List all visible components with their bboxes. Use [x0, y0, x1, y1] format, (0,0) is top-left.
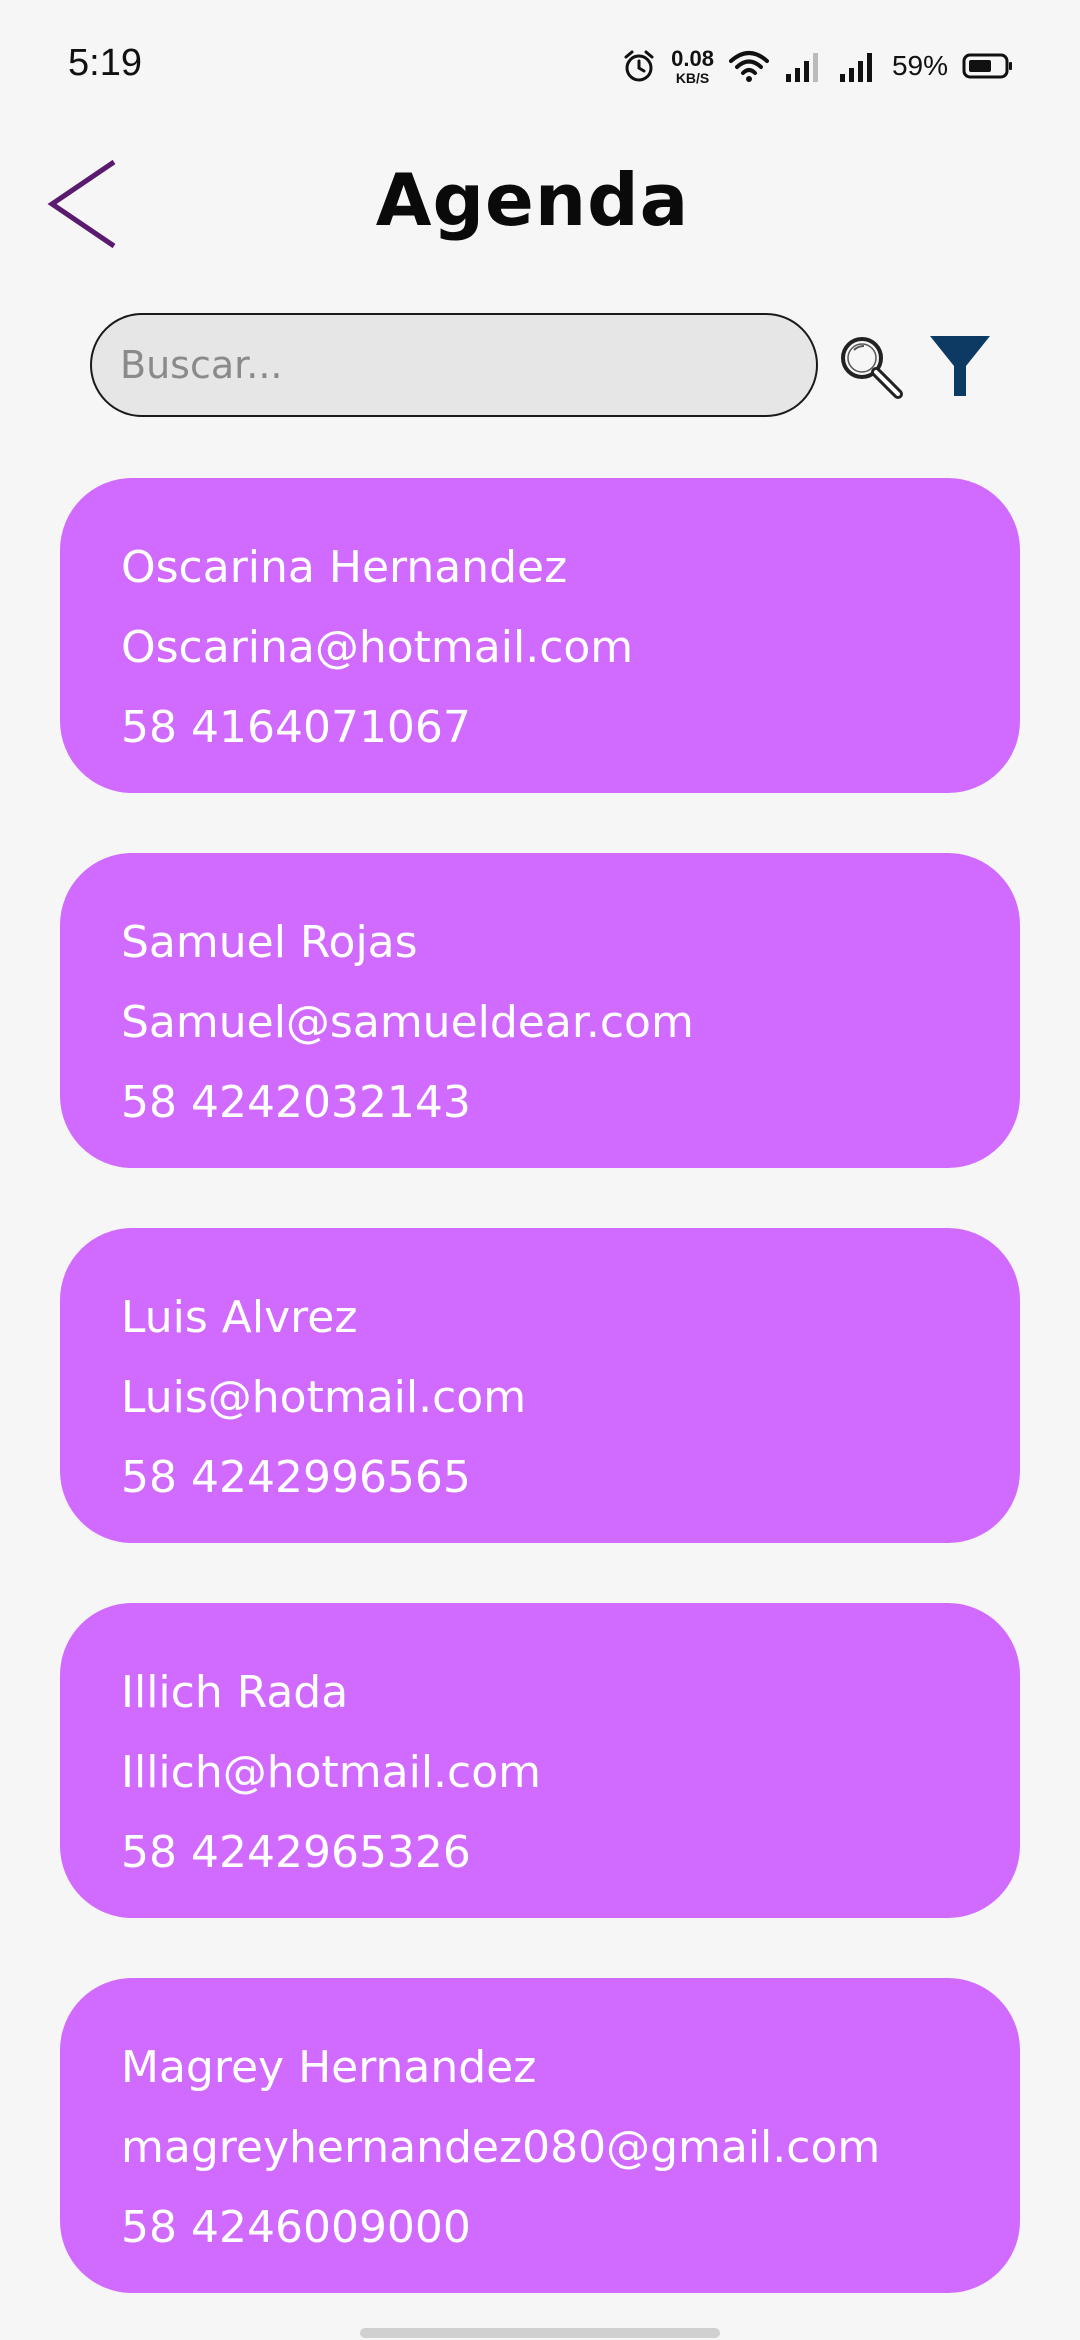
contact-name: Magrey Hernandez [121, 2042, 537, 2093]
status-icons: 0.08 KB/S 59% [621, 44, 1014, 88]
contact-card[interactable]: Oscarina Hernandez Oscarina@hotmail.com … [60, 478, 1020, 793]
search-icon [841, 337, 903, 399]
signal-icon [785, 53, 818, 82]
contact-phone: 58 4164071067 [121, 702, 471, 753]
contact-card[interactable]: Illich Rada Illich@hotmail.com 58 424296… [60, 1603, 1020, 1918]
contact-phone: 58 4246009000 [121, 2202, 471, 2253]
contact-name: Illich Rada [121, 1667, 349, 1718]
contact-phone: 58 4242965326 [121, 1827, 471, 1878]
net-speed-unit: KB/S [675, 69, 710, 86]
contact-name: Luis Alvrez [121, 1292, 358, 1343]
filter-button[interactable] [928, 332, 992, 400]
net-speed-value: 0.08 [671, 45, 714, 71]
contact-card[interactable]: Luis Alvrez Luis@hotmail.com 58 42429965… [60, 1228, 1020, 1543]
contact-list: Oscarina Hernandez Oscarina@hotmail.com … [60, 478, 1020, 2340]
net-speed: 0.08 KB/S [671, 45, 714, 86]
contact-phone: 58 4242996565 [121, 1452, 471, 1503]
contact-email: Oscarina@hotmail.com [121, 622, 634, 673]
contact-phone: 58 4242032143 [121, 1077, 471, 1128]
alarm-icon [624, 50, 654, 82]
contact-email: Samuel@samueldear.com [121, 997, 694, 1048]
search-input[interactable] [90, 313, 818, 417]
status-time: 5:19 [68, 42, 142, 84]
contact-name: Samuel Rojas [121, 917, 418, 968]
page-title: Agenda [375, 158, 690, 242]
battery-percent: 59% [891, 50, 948, 81]
agenda-screen: 5:19 0.08 KB/S 59% Agenda Buscar... Osca… [0, 0, 1080, 2340]
contact-card[interactable]: Magrey Hernandez magreyhernandez080@gmai… [60, 1978, 1020, 2293]
contact-card[interactable]: Samuel Rojas Samuel@samueldear.com 58 42… [60, 853, 1020, 1168]
contact-email: Luis@hotmail.com [121, 1372, 527, 1423]
contact-name: Oscarina Hernandez [121, 542, 568, 593]
filter-icon [930, 336, 990, 396]
status-bar: 5:19 0.08 KB/S 59% [0, 0, 1080, 130]
battery-icon [962, 53, 1012, 79]
home-indicator[interactable] [360, 2328, 720, 2338]
search-button[interactable] [836, 332, 904, 400]
contact-email: Illich@hotmail.com [121, 1747, 542, 1798]
signal-icon [839, 53, 872, 82]
wifi-icon [728, 51, 769, 82]
contact-email: magreyhernandez080@gmail.com [121, 2122, 881, 2173]
